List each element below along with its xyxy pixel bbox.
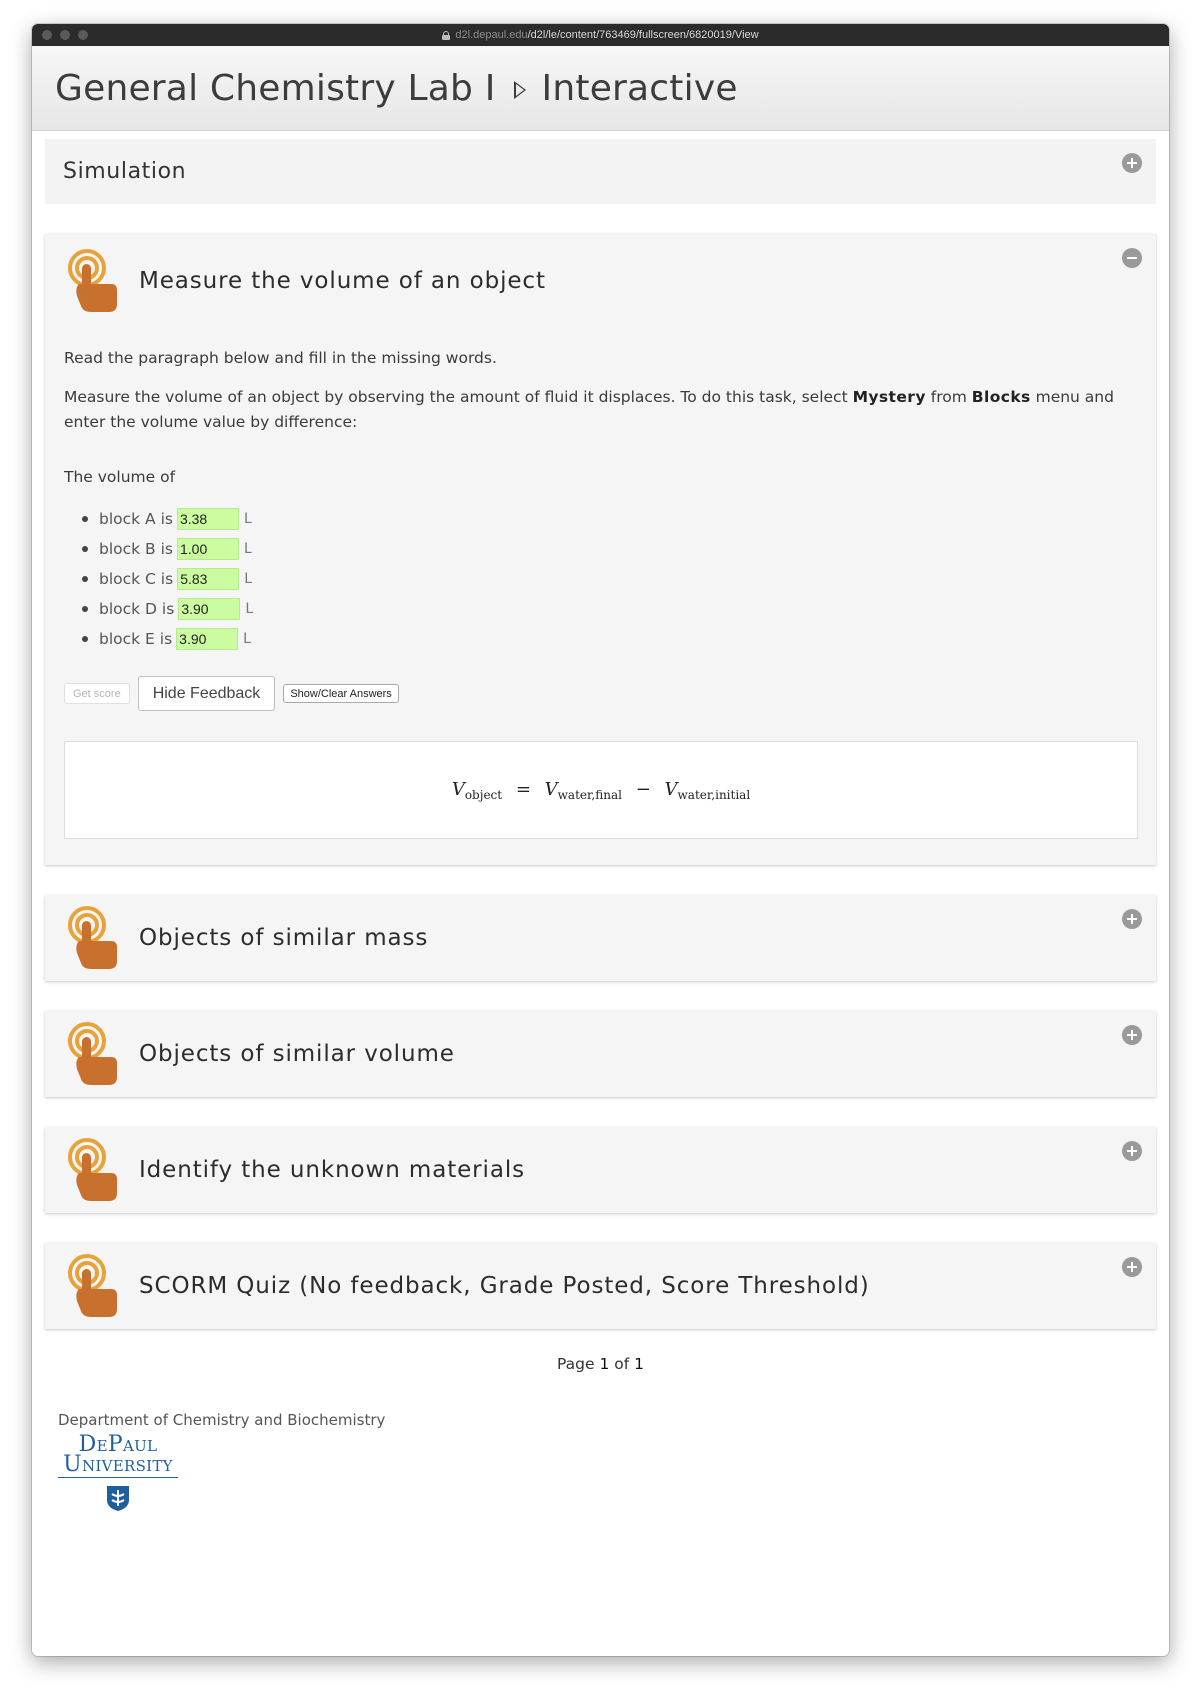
plus-circle-icon[interactable] <box>1122 1257 1142 1277</box>
window-controls <box>42 30 88 40</box>
footer: Department of Chemistry and Biochemistry… <box>45 1411 1156 1512</box>
block-label: block E is <box>99 630 173 648</box>
unit-label: L <box>244 571 252 587</box>
list-item: block A is 3.38 L <box>64 504 1138 534</box>
content-area: Simulation Measure the volume of an obje… <box>32 131 1169 1512</box>
browser-titlebar: d2l.depaul.edu/d2l/le/content/763469/ful… <box>32 24 1169 46</box>
lock-icon <box>442 30 451 40</box>
list-item: block B is 1.00 L <box>64 534 1138 564</box>
simulation-panel[interactable]: Simulation <box>45 139 1156 204</box>
get-score-button[interactable]: Get score <box>64 683 130 704</box>
url-domain: d2l.depaul.edu <box>455 29 528 41</box>
hide-feedback-button[interactable]: Hide Feedback <box>137 676 276 711</box>
touch-hand-icon <box>68 906 117 969</box>
activity-title: Measure the volume of an object <box>139 268 546 294</box>
close-window-button[interactable] <box>42 30 52 40</box>
show-clear-answers-button[interactable]: Show/Clear Answers <box>283 684 399 703</box>
breadcrumb-section: Interactive <box>541 67 738 109</box>
volume-intro: The volume of <box>64 468 176 486</box>
minus-circle-icon[interactable] <box>1122 248 1142 268</box>
bullet-icon <box>82 606 88 612</box>
activity-body: Read the paragraph below and fill in the… <box>45 328 1156 865</box>
list-item: block C is 5.83 L <box>64 564 1138 594</box>
block-label: block C is <box>99 570 174 588</box>
activity-header[interactable]: Identify the unknown materials <box>45 1127 1156 1213</box>
address-bar[interactable]: d2l.depaul.edu/d2l/le/content/763469/ful… <box>442 29 759 41</box>
activity-panel-scorm-quiz: SCORM Quiz (No feedback, Grade Posted, S… <box>45 1243 1156 1329</box>
task-paragraph: Measure the volume of an object by obser… <box>64 388 1114 431</box>
pager: Page 1 of 1 <box>556 1355 645 1373</box>
activity-panel-similar-volume: Objects of similar volume <box>45 1011 1156 1097</box>
depaul-logo[interactable]: DePaul University <box>58 1434 178 1512</box>
touch-hand-icon <box>68 249 117 312</box>
activity-title: Objects of similar mass <box>139 925 429 951</box>
unit-label: L <box>244 541 252 557</box>
touch-hand-icon <box>68 1254 117 1317</box>
current-page: 1 <box>599 1355 610 1373</box>
maximize-window-button[interactable] <box>78 30 88 40</box>
breadcrumb-separator-icon <box>513 81 526 99</box>
block-e-input[interactable]: 3.90 <box>176 628 239 650</box>
block-label: block B is <box>99 540 173 558</box>
activity-title: Identify the unknown materials <box>139 1157 525 1183</box>
activity-panel-measure-volume: Measure the volume of an object Read the… <box>45 234 1156 865</box>
bullet-icon <box>82 636 88 642</box>
touch-hand-icon <box>68 1138 117 1201</box>
total-pages: 1 <box>634 1355 645 1373</box>
bullet-icon <box>82 576 88 582</box>
instruction-text: Read the paragraph below and fill in the… <box>64 349 497 367</box>
activity-header[interactable]: SCORM Quiz (No feedback, Grade Posted, S… <box>45 1243 1156 1329</box>
bullet-icon <box>82 516 88 522</box>
button-row: Get score Hide Feedback Show/Clear Answe… <box>64 676 1138 711</box>
block-label: block A is <box>99 510 173 528</box>
plus-circle-icon[interactable] <box>1122 153 1142 173</box>
unit-label: L <box>245 601 254 617</box>
activity-panel-unknown-materials: Identify the unknown materials <box>45 1127 1156 1213</box>
block-c-input[interactable]: 5.83 <box>177 568 240 590</box>
plus-circle-icon[interactable] <box>1122 1141 1142 1161</box>
list-item: block D is 3.90 L <box>64 594 1138 624</box>
activity-title: SCORM Quiz (No feedback, Grade Posted, S… <box>139 1273 870 1299</box>
block-a-input[interactable]: 3.38 <box>176 508 239 530</box>
blocks-list: block A is 3.38 L block B is 1.00 L bloc… <box>64 504 1138 654</box>
breadcrumb-course[interactable]: General Chemistry Lab I <box>55 68 496 109</box>
url-path: /d2l/le/content/763469/fullscreen/682001… <box>527 29 759 41</box>
block-b-input[interactable]: 1.00 <box>177 538 239 560</box>
browser-window: d2l.depaul.edu/d2l/le/content/763469/ful… <box>32 24 1169 1656</box>
feedback-formula: Vobject = Vwater,final − Vwater,initial <box>64 741 1138 839</box>
activity-header[interactable]: Measure the volume of an object <box>45 234 1156 328</box>
simulation-panel-title: Simulation <box>63 159 187 184</box>
term-mystery: Mystery <box>852 388 926 406</box>
activity-title: Objects of similar volume <box>139 1041 455 1067</box>
activity-panel-similar-mass: Objects of similar mass <box>45 895 1156 981</box>
activity-header[interactable]: Objects of similar volume <box>45 1011 1156 1097</box>
unit-label: L <box>243 631 251 647</box>
university-seal-icon <box>107 1486 129 1511</box>
formula: Vobject = Vwater,final − Vwater,initial <box>451 778 751 802</box>
plus-circle-icon[interactable] <box>1122 1025 1142 1045</box>
plus-circle-icon[interactable] <box>1122 909 1142 929</box>
touch-hand-icon <box>68 1022 117 1085</box>
block-d-input[interactable]: 3.90 <box>178 598 241 620</box>
page-header: General Chemistry Lab I Interactive <box>32 46 1169 131</box>
activity-header[interactable]: Objects of similar mass <box>45 895 1156 981</box>
list-item: block E is 3.90 L <box>64 624 1138 654</box>
term-blocks: Blocks <box>971 388 1031 406</box>
minimize-window-button[interactable] <box>60 30 70 40</box>
unit-label: L <box>243 511 252 527</box>
block-label: block D is <box>99 600 175 618</box>
department-name: Department of Chemistry and Biochemistry <box>58 1411 386 1429</box>
bullet-icon <box>82 546 88 552</box>
